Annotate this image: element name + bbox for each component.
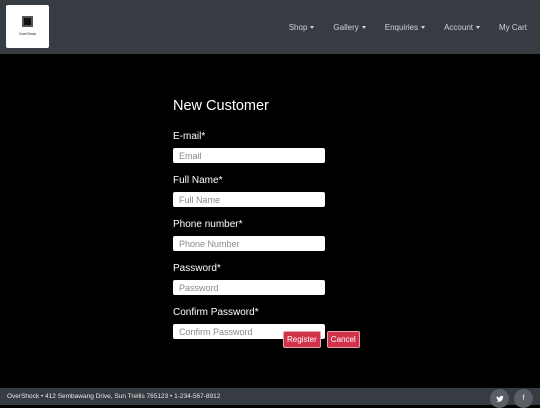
caret-down-icon [421, 25, 426, 29]
page-title: New Customer [173, 98, 269, 114]
phone-number-field[interactable] [173, 236, 325, 251]
phone-number-label: Phone number* [173, 219, 243, 230]
logo-text: OverShock [18, 32, 37, 36]
email-field[interactable] [173, 148, 325, 163]
caret-down-icon [361, 25, 366, 29]
nav-item-gallery[interactable]: Gallery [333, 22, 366, 32]
password-label: Password* [173, 263, 221, 274]
facebook-icon[interactable]: f [514, 389, 533, 408]
full-name-label: Full Name* [173, 175, 223, 186]
nav-item-label: Account [444, 22, 473, 32]
form-actions: Register Cancel [283, 331, 360, 348]
new-customer-form: New Customer E-mail* Full Name* Phone nu… [173, 97, 363, 351]
nav-item-shop[interactable]: Shop [289, 23, 315, 32]
nav-item-label: Shop [288, 22, 308, 32]
top-navbar: OverShock Shop Gallery Enquiries Account… [0, 0, 540, 54]
logo-mark-icon [22, 16, 33, 27]
password-field[interactable] [173, 280, 325, 295]
caret-down-icon [476, 25, 480, 29]
twitter-glyph-icon [495, 395, 504, 402]
nav-item-enquiries[interactable]: Enquiries [384, 22, 426, 32]
nav-item-my-cart[interactable]: My Cart [499, 23, 527, 32]
nav-item-label: Enquiries [384, 22, 419, 32]
twitter-icon[interactable] [490, 389, 509, 408]
nav-item-label: My Cart [499, 22, 527, 32]
footer: OverShock • 412 Sembawang Drive, Sun Tre… [0, 388, 540, 408]
footer-address: OverShock • 412 Sembawang Drive, Sun Tre… [7, 393, 221, 400]
email-label: E-mail* [173, 131, 206, 142]
caret-down-icon [310, 25, 315, 29]
nav-item-account[interactable]: Account [444, 23, 480, 32]
cancel-button[interactable]: Cancel [326, 331, 360, 348]
full-name-field[interactable] [173, 192, 325, 207]
nav-item-label: Gallery [333, 22, 359, 32]
brand-logo[interactable]: OverShock [6, 5, 49, 48]
nav-links: Shop Gallery Enquiries Account My Cart [270, 0, 527, 54]
register-button[interactable]: Register [283, 331, 321, 348]
confirm-password-label: Confirm Password* [173, 307, 259, 318]
facebook-glyph: f [522, 395, 525, 402]
